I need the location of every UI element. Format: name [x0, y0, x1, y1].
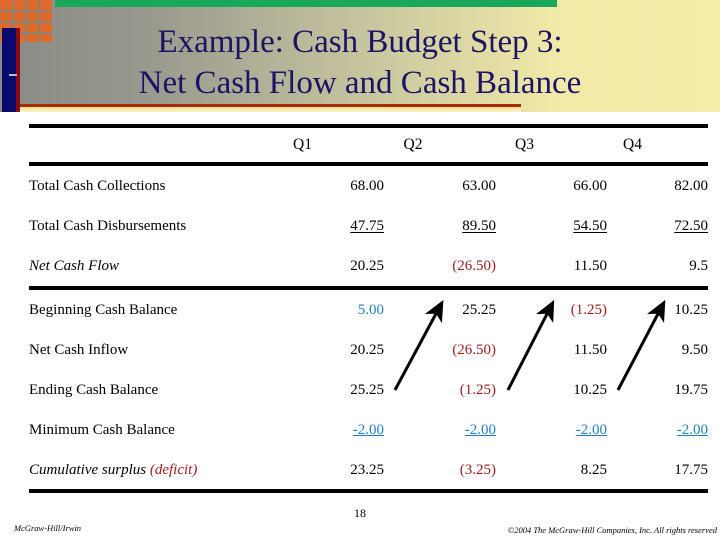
- cell-net-cash-flow-q3: 11.50: [496, 246, 607, 290]
- column-header-q3: Q3: [496, 124, 607, 166]
- cell-beginning-cash-balance-q2: 25.25: [462, 301, 496, 318]
- column-header-q4: Q4: [607, 124, 708, 166]
- row-label-net-cash-flow: Net Cash Flow: [29, 246, 276, 290]
- cash-budget-table-area: Q1 Q2 Q3 Q4 Total Cash Collections 68.00…: [0, 112, 720, 540]
- row-label-deficit-text: (deficit): [149, 461, 198, 478]
- cell-net-cash-inflow-q4: 9.50: [681, 341, 708, 358]
- table-header-row: Q1 Q2 Q3 Q4: [29, 124, 708, 166]
- cell-minimum-cash-balance-q3: -2.00: [575, 421, 607, 438]
- row-label-ending-cash-balance: Ending Cash Balance: [29, 381, 159, 398]
- cell-total-cash-collections-q1: 68.00: [350, 177, 384, 194]
- table-row: Ending Cash Balance 25.25 (1.25) 10.25 1…: [29, 370, 708, 410]
- cell-total-cash-disbursements-q3: 54.50: [573, 217, 607, 234]
- cell-cumulative-surplus-q1: 23.25: [350, 461, 384, 478]
- table-row: Cumulative surplus (deficit) 23.25 (3.25…: [29, 450, 708, 490]
- row-label-net-cash-inflow: Net Cash Inflow: [29, 341, 129, 358]
- table-row: Beginning Cash Balance 5.00 25.25 (1.25)…: [29, 288, 708, 330]
- table-row: Net Cash Flow 20.25 (26.50) 11.50 9.5: [29, 246, 708, 290]
- header-blank-cell: [29, 124, 276, 166]
- cell-ending-cash-balance-q3: 10.25: [573, 381, 607, 398]
- copyright-notice: ©2004 The McGraw-Hill Companies, Inc. Al…: [507, 525, 717, 535]
- cell-minimum-cash-balance-q2: -2.00: [464, 421, 496, 438]
- row-label-total-cash-disbursements: Total Cash Disbursements: [29, 217, 187, 234]
- cell-total-cash-collections-q3: 66.00: [573, 177, 607, 194]
- slide-number: 18: [354, 506, 366, 520]
- cell-total-cash-disbursements-q1: 47.75: [350, 217, 384, 234]
- green-accent-bar: [55, 0, 557, 7]
- row-label-minimum-cash-balance: Minimum Cash Balance: [29, 421, 175, 438]
- cell-net-cash-flow-q4: 9.5: [607, 246, 708, 290]
- row-label-cumulative-surplus-deficit: Cumulative surplus (deficit): [29, 450, 276, 490]
- left-sidebar-tick: [9, 74, 17, 76]
- table-row: Minimum Cash Balance -2.00 -2.00 -2.00 -…: [29, 410, 708, 450]
- cell-total-cash-collections-q4: 82.00: [674, 177, 708, 194]
- cell-net-cash-inflow-q3: 11.50: [573, 341, 607, 358]
- cell-minimum-cash-balance-q1: -2.00: [352, 421, 384, 438]
- row-label-beginning-cash-balance: Beginning Cash Balance: [29, 301, 178, 318]
- cell-beginning-cash-balance-q4: 10.25: [674, 301, 708, 318]
- slide-header-band: Example: Cash Budget Step 3: Net Cash Fl…: [0, 0, 720, 112]
- page-title: Example: Cash Budget Step 3: Net Cash Fl…: [138, 24, 582, 101]
- cell-ending-cash-balance-q2: (1.25): [459, 381, 496, 398]
- column-header-q1: Q1: [276, 124, 384, 166]
- cell-total-cash-disbursements-q2: 89.50: [462, 217, 496, 234]
- footer-rule: [29, 489, 708, 493]
- cell-cumulative-surplus-q4: 17.75: [674, 461, 708, 478]
- table-row: Net Cash Inflow 20.25 (26.50) 11.50 9.50: [29, 330, 708, 370]
- cell-minimum-cash-balance-q4: -2.00: [676, 421, 708, 438]
- cell-ending-cash-balance-q1: 25.25: [350, 381, 384, 398]
- cell-net-cash-flow-q1: 20.25: [276, 246, 384, 290]
- cell-total-cash-disbursements-q4: 72.50: [674, 217, 708, 234]
- column-header-q2: Q2: [384, 124, 496, 166]
- cell-ending-cash-balance-q4: 19.75: [674, 381, 708, 398]
- cell-net-cash-inflow-q2: (26.50): [452, 341, 496, 358]
- cash-budget-table: Q1 Q2 Q3 Q4 Total Cash Collections 68.00…: [29, 124, 708, 490]
- row-label-total-cash-collections: Total Cash Collections: [29, 177, 166, 194]
- cell-beginning-cash-balance-q3: (1.25): [570, 301, 607, 318]
- table-row: Total Cash Collections 68.00 63.00 66.00…: [29, 164, 708, 206]
- table-row: Total Cash Disbursements 47.75 89.50 54.…: [29, 206, 708, 246]
- cell-cumulative-surplus-q3: 8.25: [580, 461, 607, 478]
- publisher-imprint: McGraw-Hill/Irwin: [14, 523, 82, 533]
- row-label-cumulative-surplus-text: Cumulative surplus: [29, 461, 150, 478]
- cell-net-cash-inflow-q1: 20.25: [350, 341, 384, 358]
- cell-total-cash-collections-q2: 63.00: [462, 177, 496, 194]
- cell-cumulative-surplus-q2: (3.25): [459, 461, 496, 478]
- cell-net-cash-flow-q2: (26.50): [384, 246, 496, 290]
- cell-beginning-cash-balance-q1: 5.00: [357, 301, 384, 318]
